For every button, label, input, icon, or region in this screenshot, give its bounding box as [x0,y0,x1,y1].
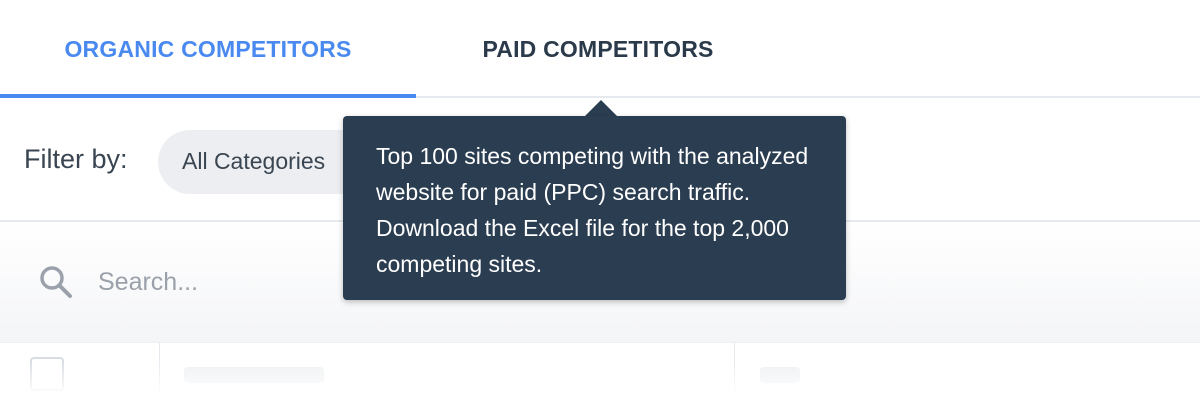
tooltip-text: Top 100 sites competing with the analyze… [376,143,809,277]
tooltip-arrow [584,100,618,117]
select-all-checkbox[interactable] [30,357,64,391]
category-filter-value: All Categories [182,148,326,174]
tab-organic-competitors[interactable]: ORGANIC COMPETITORS [0,0,416,98]
column-header-placeholder [184,367,324,383]
search-icon [40,266,72,298]
tab-paid-competitors[interactable]: PAID COMPETITORS [416,0,780,98]
table-header [0,342,1200,400]
filter-label: Filter by: [24,144,128,174]
tab-bar: ORGANIC COMPETITORS PAID COMPETITORS [0,0,1200,98]
column-divider [734,343,735,400]
paid-competitors-tooltip: Top 100 sites competing with the analyze… [343,116,846,300]
column-divider [159,343,160,400]
competitors-panel: ORGANIC COMPETITORS PAID COMPETITORS Fil… [0,0,1200,400]
column-header-placeholder [760,367,800,383]
